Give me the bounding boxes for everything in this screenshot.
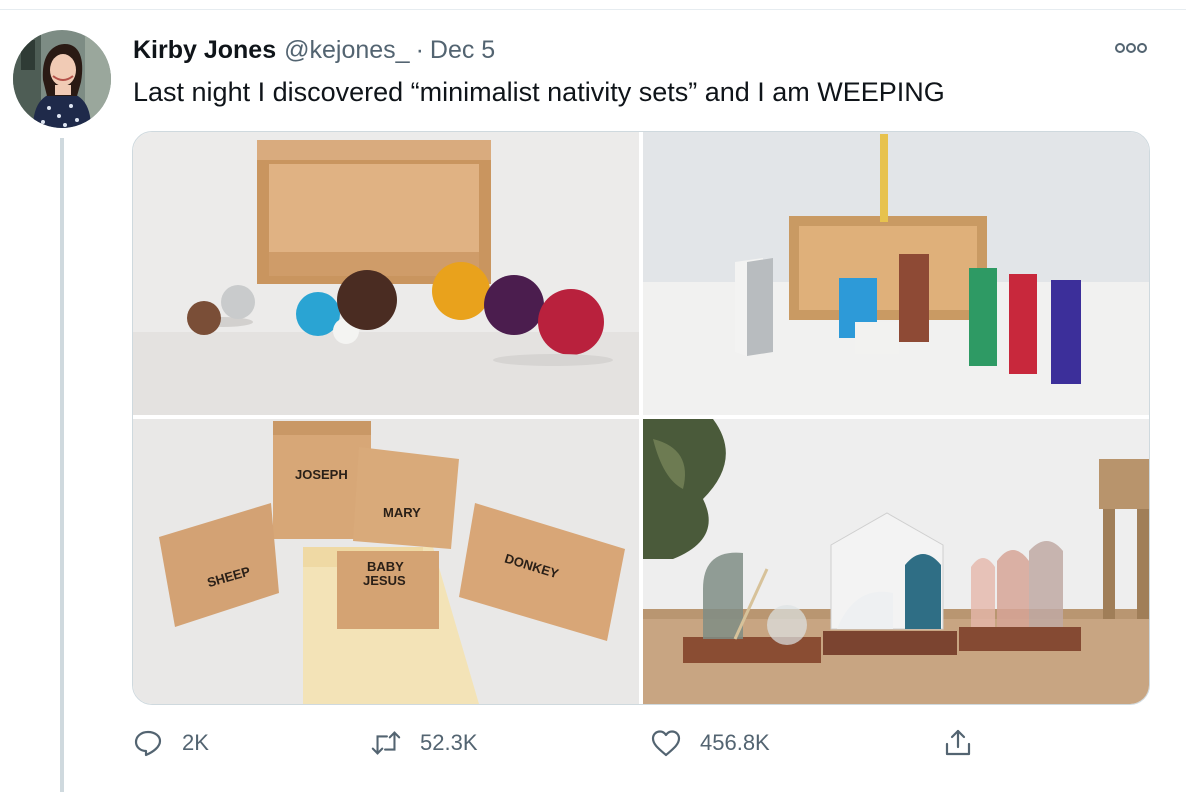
media-grid: JOSEPH MARY SHEEP BABY JESUS DONKEY: [132, 131, 1150, 705]
author-handle[interactable]: @kejones_: [284, 36, 409, 65]
header-separator: ·: [415, 35, 424, 64]
like-count: 456.8K: [700, 730, 770, 755]
label-baby: BABY: [367, 559, 404, 574]
tweet-text: Last night I discovered “minimalist nati…: [133, 77, 945, 107]
share-button[interactable]: [942, 727, 974, 759]
label-mary: MARY: [383, 505, 421, 520]
thread-line: [60, 138, 64, 792]
avatar[interactable]: [13, 30, 111, 128]
label-jesus: JESUS: [363, 573, 406, 588]
reply-button[interactable]: 2K: [132, 727, 209, 759]
retweet-count: 52.3K: [420, 730, 478, 755]
photo-labeled-blocks[interactable]: JOSEPH MARY SHEEP BABY JESUS DONKEY: [133, 419, 639, 704]
photo-glass-arches[interactable]: [643, 419, 1149, 704]
retweet-button[interactable]: 52.3K: [370, 727, 478, 759]
photo-wooden-box-balls[interactable]: [133, 132, 639, 415]
reply-count: 2K: [182, 730, 209, 755]
author-name[interactable]: Kirby Jones: [133, 36, 276, 65]
like-button[interactable]: 456.8K: [650, 727, 770, 759]
tweet-header: Kirby Jones @kejones_ · Dec 5: [133, 32, 495, 68]
top-divider: [0, 0, 1186, 10]
heart-icon: [650, 727, 682, 759]
tweet-date[interactable]: Dec 5: [430, 36, 495, 65]
photo-abstract-blocks[interactable]: [643, 132, 1149, 415]
share-icon: [942, 727, 974, 759]
more-button[interactable]: [1113, 38, 1149, 58]
retweet-icon: [370, 727, 402, 759]
more-horizontal-icon: [1115, 43, 1147, 53]
label-joseph: JOSEPH: [295, 467, 348, 482]
reply-icon: [132, 727, 164, 759]
